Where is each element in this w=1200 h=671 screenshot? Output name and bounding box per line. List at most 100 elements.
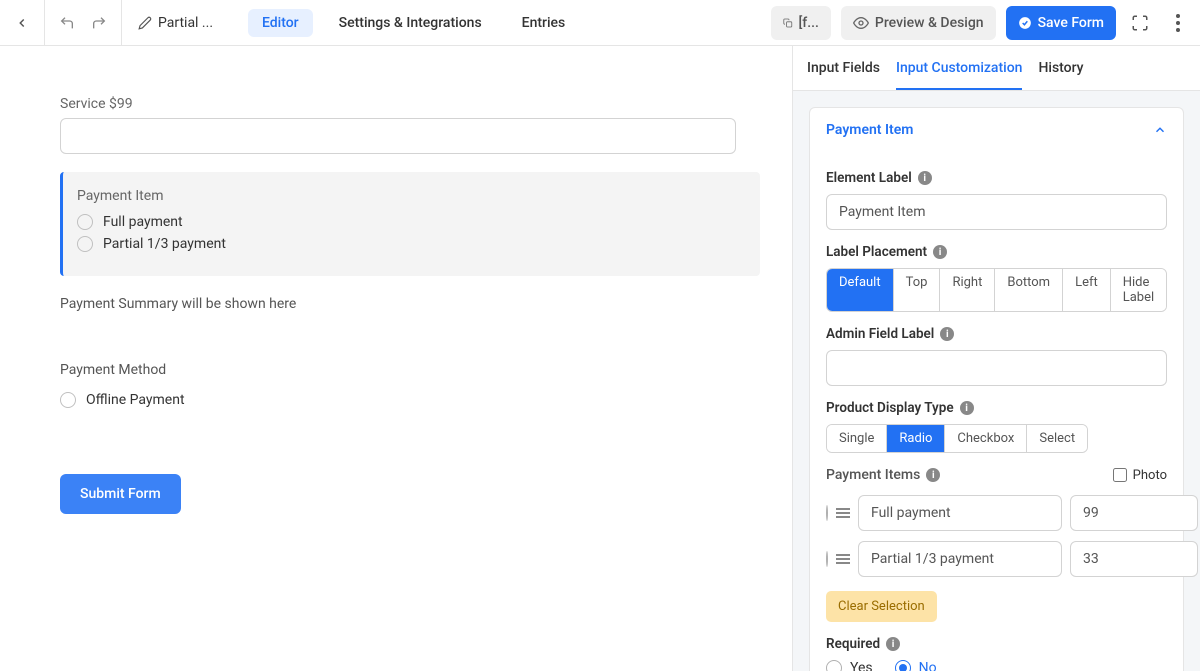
default-radio[interactable] (826, 551, 828, 567)
save-button[interactable]: Save Form (1006, 6, 1116, 40)
payment-method-label: Payment Method (60, 362, 732, 378)
payment-summary-placeholder: Payment Summary will be shown here (60, 296, 732, 312)
shortcode-button[interactable]: [f... (771, 6, 831, 40)
info-icon[interactable]: i (926, 468, 940, 482)
payment-item-block[interactable]: Payment Item Full payment Partial 1/3 pa… (60, 172, 760, 276)
topbar: Partial ... Editor Settings & Integratio… (0, 0, 1200, 46)
display-checkbox[interactable]: Checkbox (945, 425, 1027, 452)
info-icon[interactable]: i (886, 637, 900, 651)
payment-item-card: Payment Item Element Label i Label Place… (809, 107, 1184, 671)
tab-input-customization[interactable]: Input Customization (896, 60, 1022, 90)
info-icon[interactable]: i (960, 401, 974, 415)
payment-items-header: Payment Items i Photo (826, 467, 1167, 483)
info-icon[interactable]: i (940, 327, 954, 341)
shortcode-text: [f... (799, 15, 819, 31)
photo-checkbox-input[interactable] (1113, 468, 1127, 482)
more-button[interactable] (1164, 9, 1192, 37)
side-panel: Input Fields Input Customization History… (792, 46, 1200, 671)
element-label-input[interactable] (826, 194, 1167, 230)
item-price-input[interactable] (1070, 495, 1198, 531)
card-header[interactable]: Payment Item (810, 108, 1183, 152)
service-label: Service $99 (60, 96, 732, 112)
tab-editor[interactable]: Editor (248, 9, 313, 37)
sidepanel-body: Payment Item Element Label i Label Place… (793, 91, 1200, 671)
radio-icon (77, 236, 93, 252)
placement-top[interactable]: Top (894, 269, 941, 311)
payment-item-title: Payment Item (77, 188, 746, 204)
submit-button[interactable]: Submit Form (60, 474, 181, 514)
photo-checkbox[interactable]: Photo (1113, 468, 1167, 483)
tab-settings[interactable]: Settings & Integrations (325, 9, 496, 37)
tab-history[interactable]: History (1038, 60, 1083, 90)
copy-icon (783, 16, 793, 30)
preview-button[interactable]: Preview & Design (841, 6, 996, 40)
tab-input-fields[interactable]: Input Fields (807, 60, 880, 90)
admin-field-heading: Admin Field Label i (826, 326, 1167, 342)
topbar-tabs: Editor Settings & Integrations Entries (248, 9, 579, 37)
display-type-group: Single Radio Checkbox Select (826, 424, 1088, 453)
payment-items-label: Payment Items (826, 467, 920, 483)
required-heading: Required i (826, 636, 1167, 652)
redo-button[interactable] (85, 9, 113, 37)
main: Service $99 Payment Item Full payment Pa… (0, 46, 1200, 671)
info-icon[interactable]: i (918, 171, 932, 185)
payment-item-row: + − (826, 541, 1167, 577)
radio-icon (895, 660, 911, 671)
item-name-input[interactable] (858, 541, 1062, 577)
chevron-up-icon (1153, 123, 1167, 137)
required-no[interactable]: No (895, 660, 937, 671)
back-button[interactable] (8, 9, 36, 37)
check-circle-icon (1018, 16, 1032, 30)
radio-icon (60, 392, 76, 408)
eye-icon (853, 15, 869, 31)
topbar-left: Partial ... (8, 0, 224, 46)
placement-hide[interactable]: Hide Label (1111, 269, 1166, 311)
pencil-icon (138, 16, 152, 30)
payment-option-partial[interactable]: Partial 1/3 payment (77, 236, 746, 252)
form-title[interactable]: Partial ... (138, 15, 224, 31)
item-price-input[interactable] (1070, 541, 1198, 577)
sidepanel-tabs: Input Fields Input Customization History (793, 46, 1200, 91)
undo-button[interactable] (53, 9, 81, 37)
placement-default[interactable]: Default (827, 269, 894, 311)
topbar-right: [f... Preview & Design Save Form (771, 6, 1192, 40)
display-select[interactable]: Select (1027, 425, 1087, 452)
required-options: Yes No (826, 660, 1167, 671)
item-name-input[interactable] (858, 495, 1062, 531)
option-label: Partial 1/3 payment (103, 236, 226, 252)
element-label-heading: Element Label i (826, 170, 1167, 186)
drag-handle-icon[interactable] (836, 508, 850, 518)
divider (44, 0, 45, 46)
display-radio[interactable]: Radio (887, 425, 945, 452)
tab-entries[interactable]: Entries (508, 9, 580, 37)
method-option-label: Offline Payment (86, 392, 185, 408)
payment-option-full[interactable]: Full payment (77, 214, 746, 230)
dots-vertical-icon (1176, 14, 1180, 32)
placement-bottom[interactable]: Bottom (995, 269, 1063, 311)
clear-selection-button[interactable]: Clear Selection (826, 591, 937, 622)
service-input[interactable] (60, 118, 736, 154)
placement-right[interactable]: Right (940, 269, 995, 311)
form-canvas: Service $99 Payment Item Full payment Pa… (0, 46, 792, 671)
fullscreen-button[interactable] (1126, 9, 1154, 37)
admin-field-input[interactable] (826, 350, 1167, 386)
expand-icon (1131, 14, 1149, 32)
placement-left[interactable]: Left (1063, 269, 1111, 311)
card-body: Element Label i Label Placement i Defaul… (810, 152, 1183, 671)
info-icon[interactable]: i (933, 245, 947, 259)
save-text: Save Form (1038, 15, 1104, 31)
divider (121, 0, 122, 46)
label-placement-heading: Label Placement i (826, 244, 1167, 260)
default-radio[interactable] (826, 505, 828, 521)
radio-icon (826, 660, 842, 671)
preview-text: Preview & Design (875, 15, 984, 31)
payment-method-offline[interactable]: Offline Payment (60, 392, 732, 408)
drag-handle-icon[interactable] (836, 554, 850, 564)
radio-icon (77, 214, 93, 230)
payment-item-row: + − (826, 495, 1167, 531)
display-single[interactable]: Single (827, 425, 887, 452)
required-yes[interactable]: Yes (826, 660, 873, 671)
card-title: Payment Item (826, 122, 913, 138)
form-title-text: Partial ... (158, 15, 213, 31)
option-label: Full payment (103, 214, 183, 230)
